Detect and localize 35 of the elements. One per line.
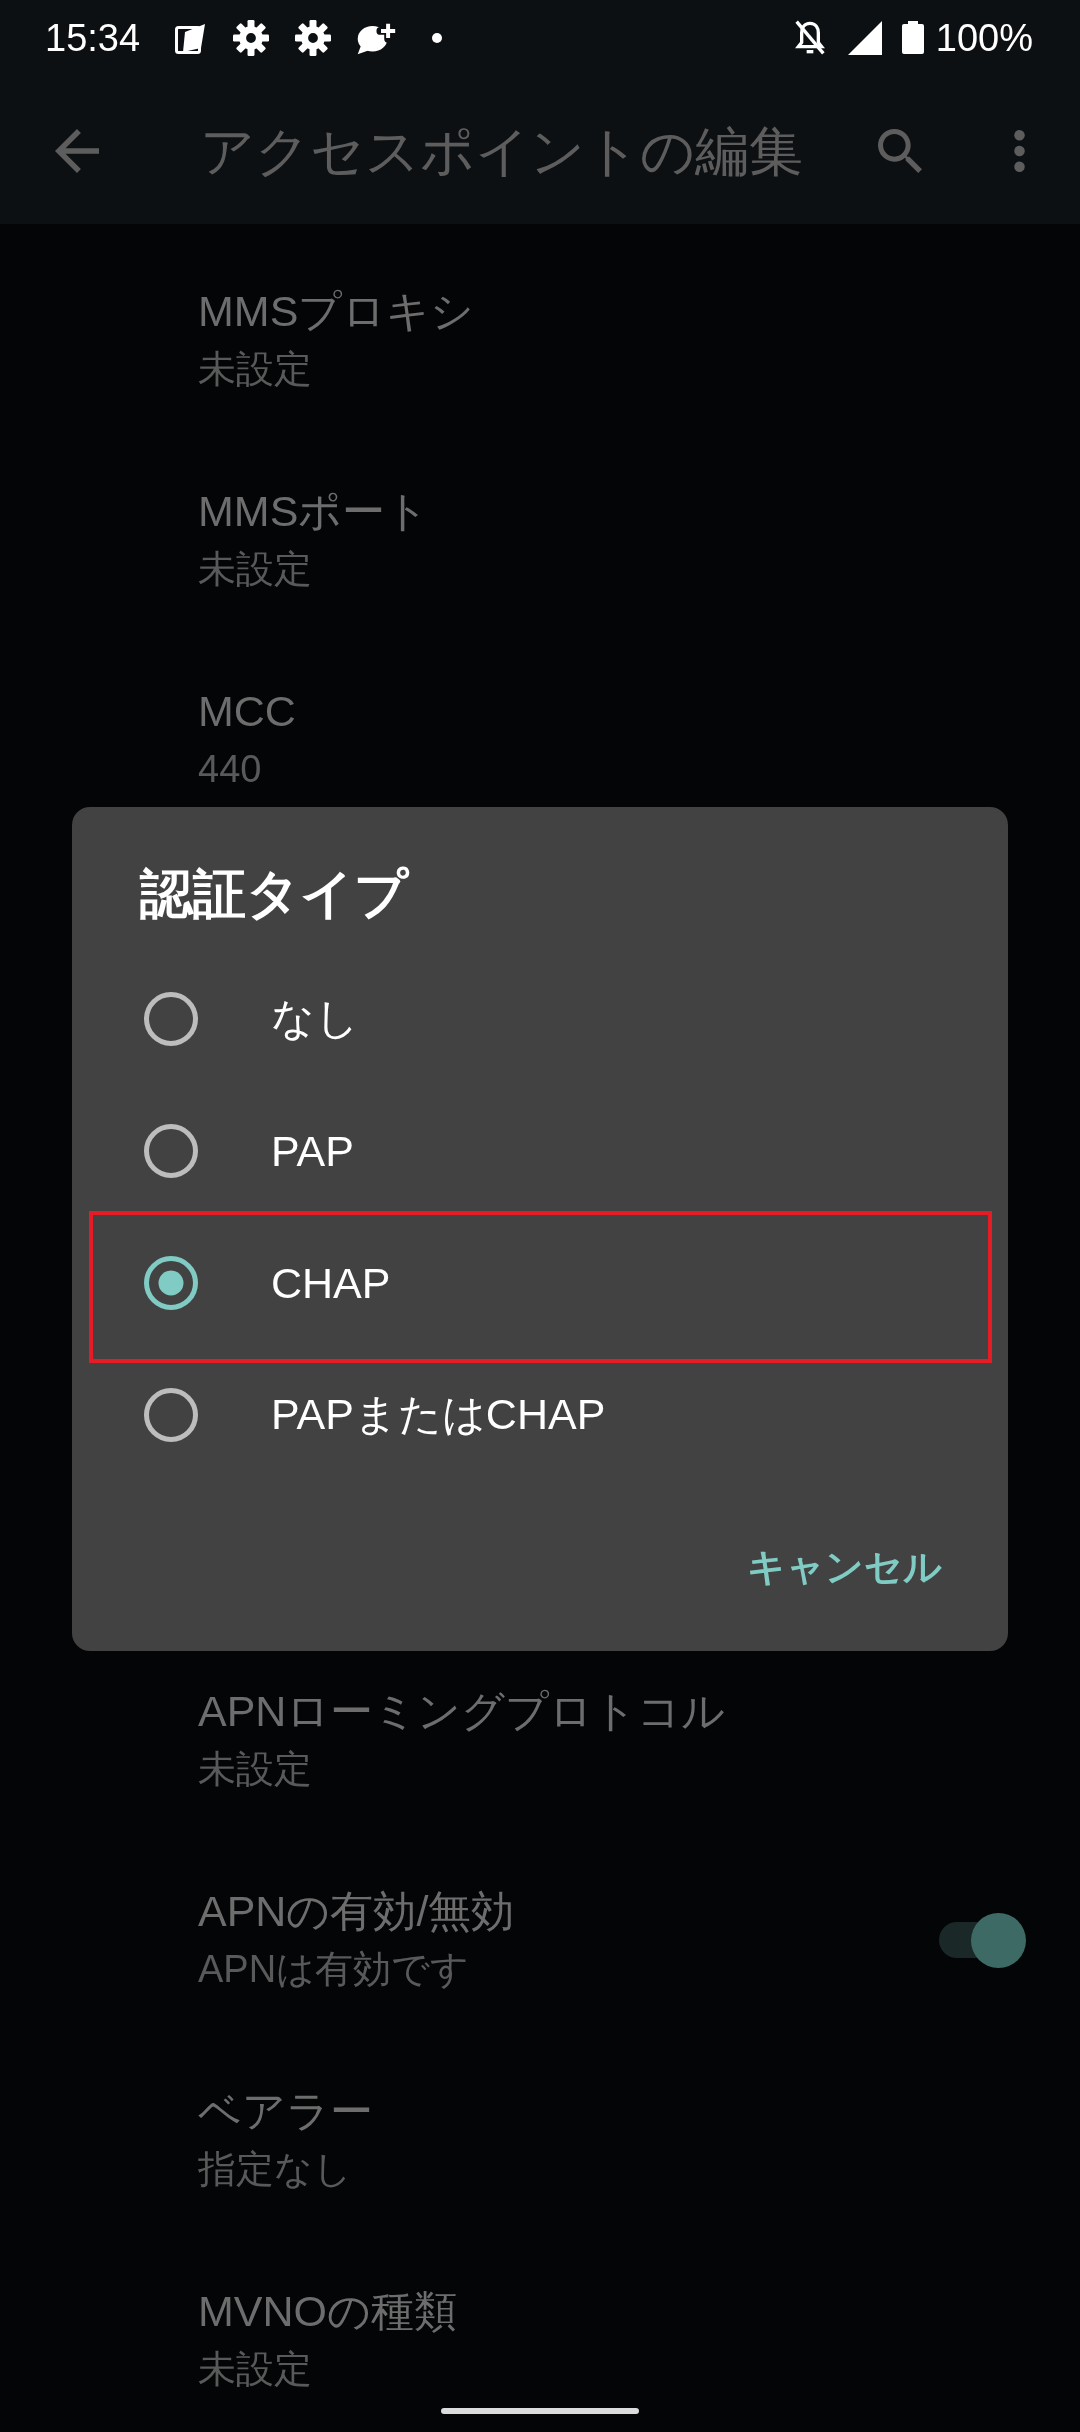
radio-option[interactable]: なし [72,953,1008,1085]
battery-icon [901,21,924,54]
setting-summary: 未設定 [198,347,312,392]
more-vert-icon [1013,129,1025,172]
setting-title: MCC [198,686,296,737]
setting-title: APNの有効/無効 [198,1886,515,1937]
back-arrow-icon [55,128,99,173]
setting-title: MMSプロキシ [198,286,475,337]
cancel-button[interactable]: キャンセル [731,1523,958,1611]
setting-summary: APNは有効です [198,1947,470,1992]
setting-title: ベアラー [198,2086,373,2137]
setting-summary: 未設定 [198,1747,312,1792]
status-time: 15:34 [45,15,141,60]
tilted-card-icon [175,21,207,54]
dialog-title: 認証タイプ [140,863,408,925]
chat-add-icon [357,20,399,55]
signal-icon [847,20,882,55]
setting-summary: 440 [198,747,262,792]
setting-summary: 未設定 [198,2347,312,2392]
setting-title: APNローミングプロトコル [198,1686,726,1737]
setting-summary: 未設定 [198,547,312,592]
app-bar-title: アクセスポイントの編集 [200,119,804,183]
gear-icon [295,19,332,56]
battery-percent: 100% [935,15,1033,60]
setting-title: MVNOの種類 [198,2286,457,2337]
radio-option[interactable]: PAP [72,1085,1008,1217]
gear-icon [233,19,270,56]
radio-option[interactable]: PAPまたはCHAP [72,1349,1008,1481]
notification-dot-icon [432,32,443,43]
search-icon [878,128,922,173]
bell-off-icon [794,20,825,55]
radio-option[interactable]: CHAP [72,1217,1008,1349]
setting-title: MMSポート [198,486,430,537]
setting-summary: 指定なし [198,2147,352,2192]
toggle-switch[interactable] [939,1912,1026,1968]
